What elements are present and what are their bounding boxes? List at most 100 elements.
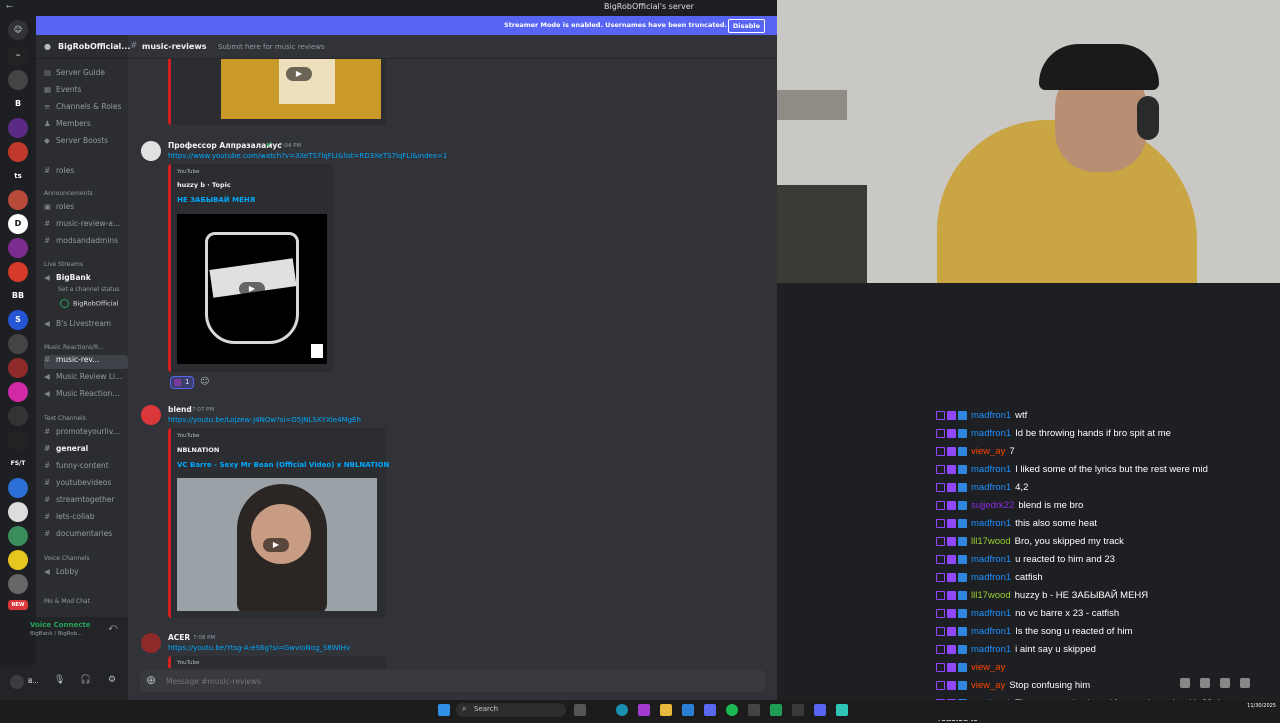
server-icon[interactable]: BB <box>8 286 28 306</box>
chat-username[interactable]: madfron1 <box>971 554 1011 565</box>
discord-icon[interactable] <box>814 704 826 716</box>
sidebar-item-events[interactable]: ▦ Events <box>44 85 128 99</box>
sidebar-item-livestream[interactable]: ◀ B's Livestream <box>44 319 128 333</box>
chat-username[interactable]: lll17wood <box>971 536 1011 547</box>
sidebar-item-music-review-live[interactable]: ◀ Music Review Li... <box>44 372 128 386</box>
embed-title[interactable]: НЕ ЗАБЫВАЙ МЕНЯ <box>177 196 255 204</box>
server-icon[interactable] <box>8 238 28 258</box>
app-icon[interactable] <box>770 704 782 716</box>
app-icon[interactable] <box>682 704 694 716</box>
server-icon[interactable] <box>8 358 28 378</box>
message-link[interactable]: https://youtu.be/Ytsg-A-eS6g?si=GwvioNog… <box>168 644 350 652</box>
chat-username[interactable]: sujjedrk22 <box>971 500 1014 511</box>
server-icon[interactable]: FS/T <box>8 454 28 474</box>
sidebar-item-lets-collab[interactable]: # lets-collab <box>44 512 128 526</box>
message-author[interactable]: blend <box>168 405 192 414</box>
chat-username[interactable]: madfron1 <box>971 464 1011 475</box>
chat-username[interactable]: view_ay <box>971 446 1005 457</box>
sidebar-item-music-reaction[interactable]: ◀ Music Reaction... <box>44 389 128 403</box>
sidebar-item-lobby[interactable]: ◀ Lobby <box>44 567 128 581</box>
play-icon[interactable]: ▶ <box>239 282 265 296</box>
message-author[interactable]: Профессор Алпразаламус <box>168 141 282 150</box>
task-view-icon[interactable] <box>574 704 586 716</box>
category-voice-channels[interactable]: Voice Channels <box>44 555 90 562</box>
tray-icon[interactable] <box>1240 678 1250 688</box>
server-icon[interactable] <box>8 406 28 426</box>
back-arrow-icon[interactable]: ← <box>6 2 13 11</box>
avatar[interactable] <box>141 633 161 653</box>
server-icon[interactable] <box>8 334 28 354</box>
video-thumbnail[interactable]: ▶ <box>177 478 377 611</box>
sidebar-item-general[interactable]: # general <box>44 444 128 458</box>
category-live-streams[interactable]: Live Streams <box>44 261 83 268</box>
category-text-channels[interactable]: Text Channels <box>44 415 86 422</box>
disconnect-icon[interactable]: ⤺ <box>108 623 118 633</box>
category-announcements[interactable]: Announcements <box>44 190 93 197</box>
voice-user[interactable]: BigRobOfficial <box>60 299 118 308</box>
mic-icon[interactable]: 🎙 <box>54 675 65 685</box>
message-link[interactable]: https://www.youtube.com/watch?v=3XeTS7lq… <box>168 152 447 160</box>
sidebar-item-funny-content[interactable]: # funny-content <box>44 461 128 475</box>
server-icon[interactable] <box>8 262 28 282</box>
server-icon[interactable]: ts <box>8 166 28 186</box>
tray-icon[interactable] <box>1180 678 1190 688</box>
sidebar-item-channels-roles[interactable]: ≡ Channels & Roles <box>44 102 128 116</box>
chat-username[interactable]: lll17wood <box>971 590 1011 601</box>
message-link[interactable]: https://youtu.be/Lojzew-J4NOw?si=O5JNLSX… <box>168 416 361 424</box>
chat-username[interactable]: view_ay <box>971 662 1005 673</box>
server-icon[interactable]: ~ <box>8 46 28 66</box>
server-icon[interactable] <box>8 478 28 498</box>
username[interactable]: B... <box>28 677 39 685</box>
add-reaction-icon[interactable]: ☺ <box>200 377 209 387</box>
sidebar-item-streamtogether[interactable]: # streamtogether <box>44 495 128 509</box>
video-thumbnail[interactable]: ▶ <box>177 214 327 364</box>
server-icon[interactable] <box>8 118 28 138</box>
file-explorer-icon[interactable] <box>660 704 672 716</box>
app-icon[interactable] <box>792 704 804 716</box>
chat-username[interactable]: madfron1 <box>971 572 1011 583</box>
spotify-icon[interactable] <box>726 704 738 716</box>
chat-username[interactable]: madfron1 <box>971 428 1011 439</box>
server-icon[interactable] <box>8 190 28 210</box>
chat-username[interactable]: madfron1 <box>971 410 1011 421</box>
sidebar-item-members[interactable]: ♟ Members <box>44 119 128 133</box>
app-icon[interactable] <box>748 704 760 716</box>
message-input[interactable] <box>166 674 726 688</box>
category-music-reactions[interactable]: Music Reactions/R... <box>44 344 104 351</box>
taskbar-search[interactable]: ⌕ Search <box>456 703 566 717</box>
sidebar-item-music-review-a[interactable]: # music-review-a... <box>44 219 128 233</box>
category-mod-chat[interactable]: Mo & Mod Chat <box>44 598 90 605</box>
headphones-icon[interactable]: 🎧 <box>80 675 91 685</box>
server-icon[interactable] <box>8 142 28 162</box>
add-attachment-icon[interactable]: ⊕ <box>146 673 156 687</box>
chat-username[interactable]: madfron1 <box>971 608 1011 619</box>
server-icon[interactable] <box>8 574 28 594</box>
sidebar-item-server-guide[interactable]: ▤ Server Guide <box>44 68 128 82</box>
server-icon[interactable]: S <box>8 310 28 330</box>
chat-username[interactable]: view_ay <box>971 680 1005 691</box>
sidebar-item-roles-ann[interactable]: ▣ roles <box>44 202 128 216</box>
server-icon[interactable]: D <box>8 214 28 234</box>
start-icon[interactable] <box>438 704 450 716</box>
channel-status[interactable]: Set a channel status <box>58 286 119 293</box>
app-icon[interactable] <box>638 704 650 716</box>
app-icon[interactable] <box>704 704 716 716</box>
server-icon[interactable] <box>8 430 28 450</box>
gear-icon[interactable]: ⚙ <box>108 675 116 685</box>
server-header[interactable]: ● BigRobOfficial... ⌄ <box>36 35 130 59</box>
chat-username[interactable]: madfron1 <box>971 518 1011 529</box>
server-icon[interactable]: B <box>8 94 28 114</box>
edge-icon[interactable] <box>616 704 628 716</box>
embed-author[interactable]: NBLNATION <box>177 446 219 454</box>
direct-messages-icon[interactable]: ☺ <box>8 20 28 40</box>
play-icon[interactable]: ▶ <box>263 538 289 552</box>
sidebar-item-documentaries[interactable]: # documentaries <box>44 529 128 543</box>
sidebar-item-promoteyourlive[interactable]: # promoteyourliv... <box>44 427 128 441</box>
tray-icon[interactable] <box>1200 678 1210 688</box>
server-icon[interactable] <box>8 502 28 522</box>
server-icon[interactable] <box>8 70 28 90</box>
play-icon[interactable]: ▶ <box>286 67 312 81</box>
tray-icon[interactable] <box>1220 678 1230 688</box>
sidebar-item-bigbank[interactable]: ◀ BigBank <box>44 273 128 287</box>
sidebar-item-modsandadmins[interactable]: # modsandadmins <box>44 236 128 250</box>
